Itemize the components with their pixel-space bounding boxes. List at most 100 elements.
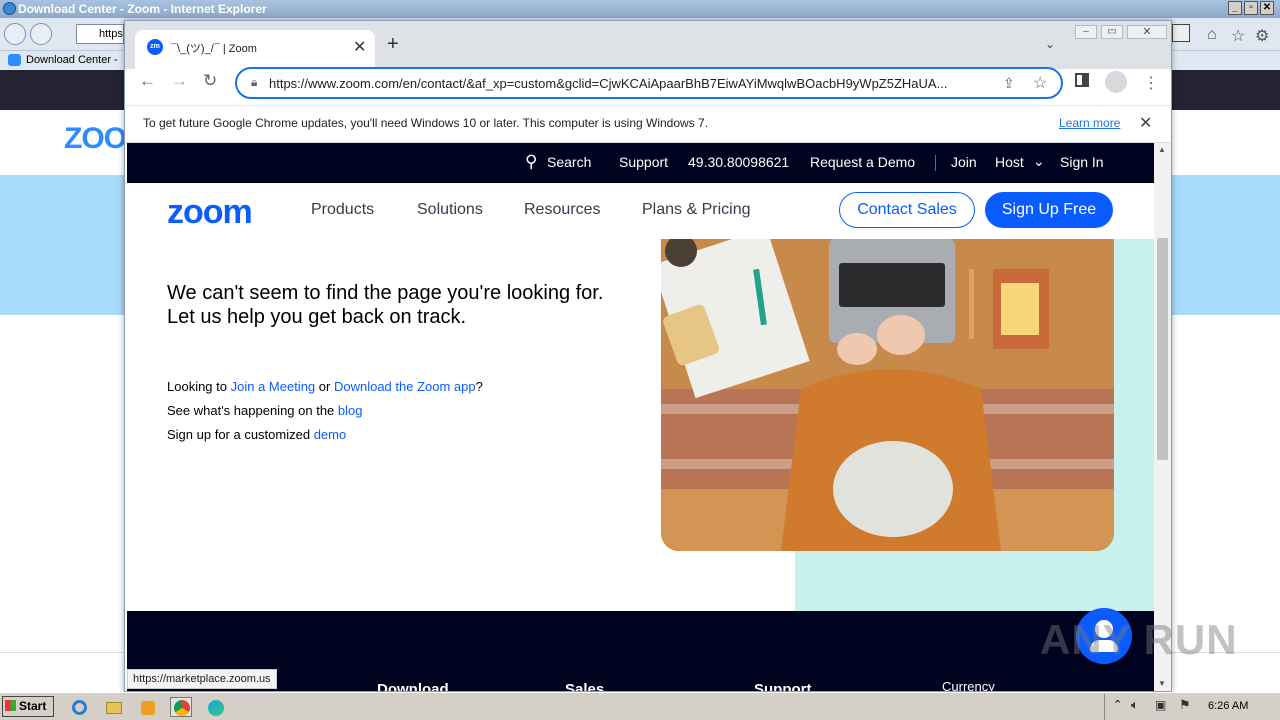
- ie-restore-button[interactable]: ▫: [1244, 1, 1258, 15]
- footer-sales-heading: Sales: [565, 681, 605, 691]
- chrome-tab[interactable]: zm ¯\_(ツ)_/¯ | Zoom ✕: [135, 30, 375, 69]
- chrome-window: zm ¯\_(ツ)_/¯ | Zoom ✕ + ⌄ – ▭ ✕ ← → ↻ 🔒︎…: [124, 20, 1172, 692]
- tab-search-chevron-icon[interactable]: ⌄: [1045, 37, 1055, 51]
- profile-avatar-icon[interactable]: [1105, 71, 1127, 93]
- footer-download-heading: Download: [377, 681, 449, 691]
- taskbar: [0, 692, 1280, 720]
- ie-window-title: Download Center - Zoom - Internet Explor…: [18, 2, 267, 16]
- scroll-down-icon[interactable]: ▼: [1158, 679, 1166, 688]
- windows-flag-icon: [5, 700, 16, 711]
- action-center-flag-icon[interactable]: ⚑: [1179, 697, 1191, 713]
- ie-dropdown-icon[interactable]: [1172, 24, 1190, 42]
- ie-forward-icon[interactable]: [30, 23, 52, 45]
- heading-line-2: Let us help you get back on track.: [167, 306, 467, 328]
- ie-close-button[interactable]: ✕: [1260, 1, 1274, 15]
- update-infobar: To get future Google Chrome updates, you…: [125, 105, 1171, 143]
- help-text: or: [315, 379, 334, 394]
- nav-divider: [935, 155, 936, 171]
- ie-home-icon[interactable]: ⌂: [1207, 26, 1217, 44]
- zoom-logo[interactable]: zoom: [167, 193, 253, 232]
- sign-up-free-button[interactable]: Sign Up Free: [985, 192, 1113, 228]
- chevron-down-icon[interactable]: ⌄: [1033, 153, 1045, 170]
- join-meeting-link[interactable]: Join a Meeting: [231, 379, 316, 394]
- phone-number-link[interactable]: 49.30.80098621: [688, 154, 789, 170]
- search-link[interactable]: Search: [547, 154, 591, 170]
- footer-currency-label[interactable]: Currency: [942, 679, 995, 691]
- contact-sales-button[interactable]: Contact Sales: [839, 192, 975, 228]
- nav-plans-pricing[interactable]: Plans & Pricing: [642, 201, 751, 219]
- join-link[interactable]: Join: [951, 154, 977, 170]
- taskbar-clock[interactable]: 6:26 AM: [1208, 700, 1248, 712]
- desk-photo-illustration: [661, 239, 1114, 551]
- new-tab-icon[interactable]: +: [387, 34, 399, 54]
- ie-back-icon[interactable]: [4, 23, 26, 45]
- request-demo-link[interactable]: Request a Demo: [810, 154, 915, 170]
- back-arrow-icon[interactable]: ←: [139, 71, 156, 91]
- help-line-blog: See what's happening on the blog: [167, 403, 362, 418]
- chrome-menu-icon[interactable]: ⋮: [1143, 73, 1159, 93]
- ie-minimize-button[interactable]: _: [1228, 1, 1242, 15]
- top-utility-nav: ⚲ Search Support 49.30.80098621 Request …: [127, 143, 1154, 183]
- page-heading: We can't seem to find the page you're lo…: [167, 281, 647, 329]
- search-icon[interactable]: ⚲: [525, 152, 537, 172]
- network-icon[interactable]: ▣: [1155, 698, 1166, 712]
- omnibox[interactable]: 🔒︎ https://www.zoom.com/en/contact/&af_x…: [235, 67, 1063, 99]
- ie-icon: [3, 2, 16, 15]
- help-text: Sign up for a customized: [167, 427, 314, 442]
- help-line-demo: Sign up for a customized demo: [167, 427, 346, 442]
- edge-taskbar-icon[interactable]: [204, 697, 226, 717]
- ie-tools-icon[interactable]: ⚙: [1255, 26, 1269, 46]
- ie-title-bar: Download Center - Zoom - Internet Explor…: [0, 0, 1280, 18]
- footer-support-heading: Support: [754, 681, 812, 691]
- volume-icon[interactable]: 🔈︎: [1131, 697, 1139, 713]
- tab-close-icon[interactable]: ✕: [353, 37, 366, 57]
- system-tray: ⌃ 🔈︎ ▣ ⚑: [1104, 694, 1280, 720]
- support-link[interactable]: Support: [619, 154, 668, 170]
- help-text: ?: [475, 379, 483, 394]
- help-line-meeting: Looking to Join a Meeting or Download th…: [167, 379, 483, 394]
- media-player-taskbar-icon[interactable]: [136, 697, 158, 717]
- nav-solutions[interactable]: Solutions: [417, 201, 483, 219]
- chrome-taskbar-icon[interactable]: [170, 697, 192, 717]
- download-app-link[interactable]: Download the Zoom app: [334, 379, 476, 394]
- chrome-maximize-button[interactable]: ▭: [1101, 25, 1123, 39]
- ie-address-bar[interactable]: https: [76, 24, 124, 44]
- side-panel-icon[interactable]: [1075, 73, 1089, 87]
- nav-products[interactable]: Products: [311, 201, 374, 219]
- status-bar-url: https://marketplace.zoom.us: [127, 669, 277, 689]
- ie-taskbar-icon[interactable]: [68, 697, 90, 717]
- chrome-minimize-button[interactable]: –: [1075, 25, 1097, 39]
- help-text: Looking to: [167, 379, 231, 394]
- ie-favorites-icon[interactable]: ☆: [1231, 26, 1245, 46]
- forward-arrow-icon[interactable]: →: [171, 71, 188, 91]
- chrome-tab-title: ¯\_(ツ)_/¯ | Zoom: [171, 43, 257, 55]
- blog-link[interactable]: blog: [338, 403, 363, 418]
- scroll-up-icon[interactable]: ▲: [1158, 145, 1166, 154]
- anyrun-watermark: ANY RUN: [1040, 616, 1238, 663]
- chrome-close-button[interactable]: ✕: [1127, 25, 1167, 39]
- learn-more-link[interactable]: Learn more: [1059, 116, 1120, 130]
- host-menu[interactable]: Host: [995, 154, 1024, 170]
- help-text: See what's happening on the: [167, 403, 338, 418]
- explorer-taskbar-icon[interactable]: [102, 697, 124, 717]
- share-icon[interactable]: ⇪: [1003, 75, 1015, 92]
- lock-icon: 🔒︎: [251, 75, 258, 89]
- reload-icon[interactable]: ↻: [203, 71, 217, 91]
- infobar-message: To get future Google Chrome updates, you…: [143, 116, 709, 130]
- nav-resources[interactable]: Resources: [524, 201, 600, 219]
- main-nav: zoom Products Solutions Resources Plans …: [127, 183, 1154, 239]
- bookmark-star-icon[interactable]: ☆: [1033, 73, 1047, 93]
- heading-line-1: We can't seem to find the page you're lo…: [167, 282, 604, 304]
- zoom-page: ⚲ Search Support 49.30.80098621 Request …: [127, 143, 1154, 691]
- page-scrollbar[interactable]: ▲ ▼: [1154, 143, 1171, 691]
- ie-tab[interactable]: Download Center - Z: [4, 51, 122, 84]
- infobar-close-icon[interactable]: ✕: [1139, 113, 1152, 133]
- hero-photo: [661, 239, 1114, 551]
- url-text[interactable]: https://www.zoom.com/en/contact/&af_xp=c…: [269, 76, 969, 91]
- footer: Download Sales Support Currency: [127, 611, 1154, 691]
- demo-link[interactable]: demo: [314, 427, 347, 442]
- ie-zoom-logo: ZOO: [64, 122, 127, 155]
- sign-in-link[interactable]: Sign In: [1060, 154, 1104, 170]
- scrollbar-thumb[interactable]: [1157, 238, 1168, 460]
- tray-expand-icon[interactable]: ⌃: [1113, 698, 1122, 711]
